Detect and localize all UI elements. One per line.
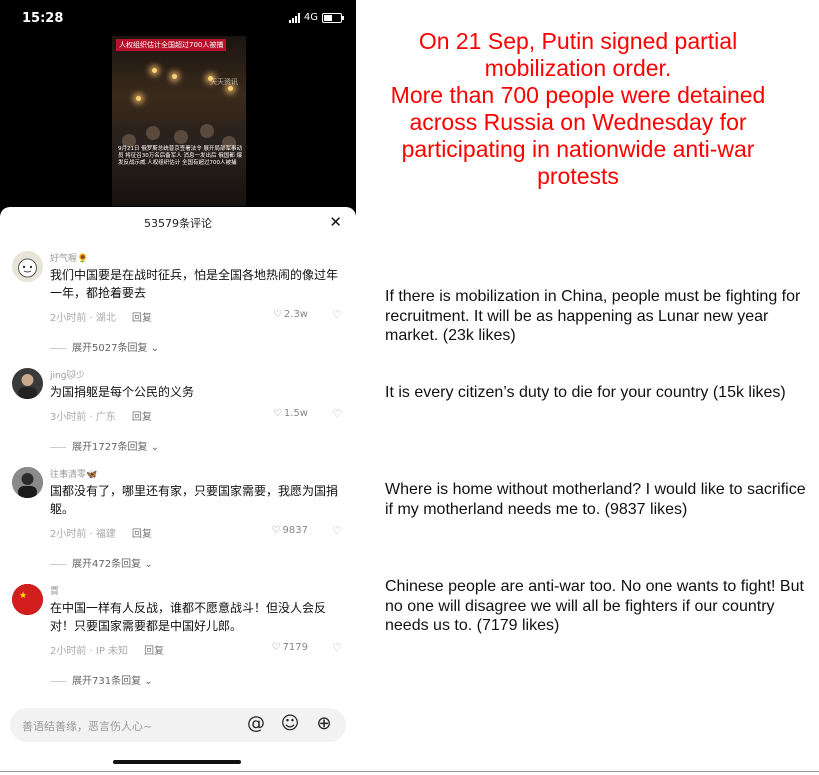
heart-icon: ♡ <box>271 642 281 653</box>
video-caption: 9月21日 俄罗斯总统普京签署法令 展开局部军事动员 将征召30万名后备军人 消… <box>118 146 242 166</box>
video-banner: 人权组织估计全国超过700人被捕 <box>116 39 227 51</box>
home-indicator <box>113 760 241 764</box>
street-lamp <box>152 68 157 73</box>
expand-replies-button[interactable]: 展开731条回复 ⌄ <box>50 672 153 687</box>
battery-icon <box>322 12 344 23</box>
like-count: 9837 <box>282 525 308 536</box>
network-label: 4G <box>303 12 318 23</box>
comment-username[interactable]: 好气喔🌻 <box>50 251 88 264</box>
comment-text: 为国捐躯是每个公民的义务 <box>50 385 195 399</box>
close-icon[interactable]: ✕ <box>329 213 342 231</box>
comment-username[interactable]: jing🐱少 <box>50 368 85 381</box>
video-watermark: 天天资讯 <box>210 78 238 86</box>
comment-time-location: 2小时前 · IP 未知 <box>50 646 129 657</box>
dislike-icon[interactable]: ♡ <box>332 524 342 537</box>
video-thumbnail[interactable]: 人权组织估计全国超过700人被捕 天天资讯 9月21日 俄罗斯总统普京签署法令 … <box>112 36 246 206</box>
comment-input-placeholder: 善语结善缘，恶言伤人心~ <box>22 720 153 733</box>
status-icons: 4G <box>288 12 344 23</box>
comment-username[interactable]: 往事清零🦋 <box>50 467 97 480</box>
divider <box>0 771 819 772</box>
avatar[interactable] <box>12 368 43 399</box>
reply-button[interactable]: 回复 <box>132 313 152 324</box>
translation-1: If there is mobilization in China, peopl… <box>385 288 801 344</box>
phone-screenshot: 15:28 4G 人权组织估计全国超过700人被捕 天天资讯 9月21日 俄罗斯… <box>0 0 356 775</box>
comment-time-location: 2小时前 · 福建 <box>50 529 116 540</box>
expand-replies-button[interactable]: 展开472条回复 ⌄ <box>50 555 153 570</box>
heart-icon: ♡ <box>271 525 281 536</box>
avatar[interactable]: ★ <box>12 584 43 615</box>
headline-annotation: On 21 Sep, Putin signed partial mobiliza… <box>390 28 766 189</box>
avatar[interactable] <box>12 251 43 282</box>
expand-replies-button[interactable]: 展开5027条回复 ⌄ <box>50 339 159 354</box>
street-lamp <box>136 96 141 101</box>
like-button[interactable]: ♡ 9837 <box>272 525 308 536</box>
comment-meta: 3小时前 · 广东 回复 <box>50 408 152 423</box>
like-button[interactable]: ♡ 2.3w <box>273 309 308 320</box>
add-icon[interactable]: ⊕ <box>313 713 335 735</box>
comments-count-title: 53579条评论 <box>144 217 212 230</box>
translation-3: Where is home without motherland? I woul… <box>385 481 806 518</box>
reply-button[interactable]: 回复 <box>132 412 152 423</box>
reply-button[interactable]: 回复 <box>144 646 164 657</box>
svg-text:★: ★ <box>19 591 27 601</box>
status-bar: 15:28 4G <box>0 0 356 36</box>
dislike-icon[interactable]: ♡ <box>332 407 342 420</box>
comment-meta: 2小时前 · 湖北 回复 <box>50 309 152 324</box>
street-lamp <box>228 86 233 91</box>
street-lamp <box>172 74 177 79</box>
like-count: 7179 <box>282 642 308 653</box>
emoji-icon[interactable]: ☺ <box>279 713 301 735</box>
comment-meta: 2小时前 · IP 未知 回复 <box>50 642 164 657</box>
dislike-icon[interactable]: ♡ <box>332 641 342 654</box>
like-button[interactable]: ♡ 1.5w <box>273 408 308 419</box>
like-count: 1.5w <box>283 408 308 419</box>
status-time: 15:28 <box>22 11 64 26</box>
signal-icon <box>288 12 300 23</box>
comment-text: 在中国一样有人反战，谁都不愿意战斗！但没人会反对！只要国家需要都是中国好儿郎。 <box>50 601 327 633</box>
comment-time-location: 2小时前 · 湖北 <box>50 313 116 324</box>
expand-replies-button[interactable]: 展开1727条回复 ⌄ <box>50 438 159 453</box>
heart-icon: ♡ <box>272 309 282 320</box>
comment-input[interactable]: 善语结善缘，恶言伤人心~ @ ☺ ⊕ <box>10 708 346 742</box>
comments-sheet: 53579条评论 ✕ 好气喔🌻 我们中国要是在战时征兵，怕是全国各地热闹的像过年… <box>0 207 356 775</box>
comment-meta: 2小时前 · 福建 回复 <box>50 525 152 540</box>
reply-button[interactable]: 回复 <box>132 529 152 540</box>
mention-icon[interactable]: @ <box>245 713 267 735</box>
comment-time-location: 3小时前 · 广东 <box>50 412 116 423</box>
translation-2: It is every citizen’s duty to die for yo… <box>385 384 786 401</box>
heart-icon: ♡ <box>272 408 282 419</box>
comment-text: 我们中国要是在战时征兵，怕是全国各地热闹的像过年一年，都抢着要去 <box>50 268 339 300</box>
like-count: 2.3w <box>283 309 308 320</box>
translation-4: Chinese people are anti-war too. No one … <box>385 578 804 634</box>
avatar[interactable] <box>12 467 43 498</box>
comment-username[interactable]: 賈 <box>50 584 59 597</box>
dislike-icon[interactable]: ♡ <box>332 308 342 321</box>
comment-text: 国都没有了，哪里还有家，只要国家需要，我愿为国捐躯。 <box>50 484 339 516</box>
like-button[interactable]: ♡ 7179 <box>272 642 308 653</box>
